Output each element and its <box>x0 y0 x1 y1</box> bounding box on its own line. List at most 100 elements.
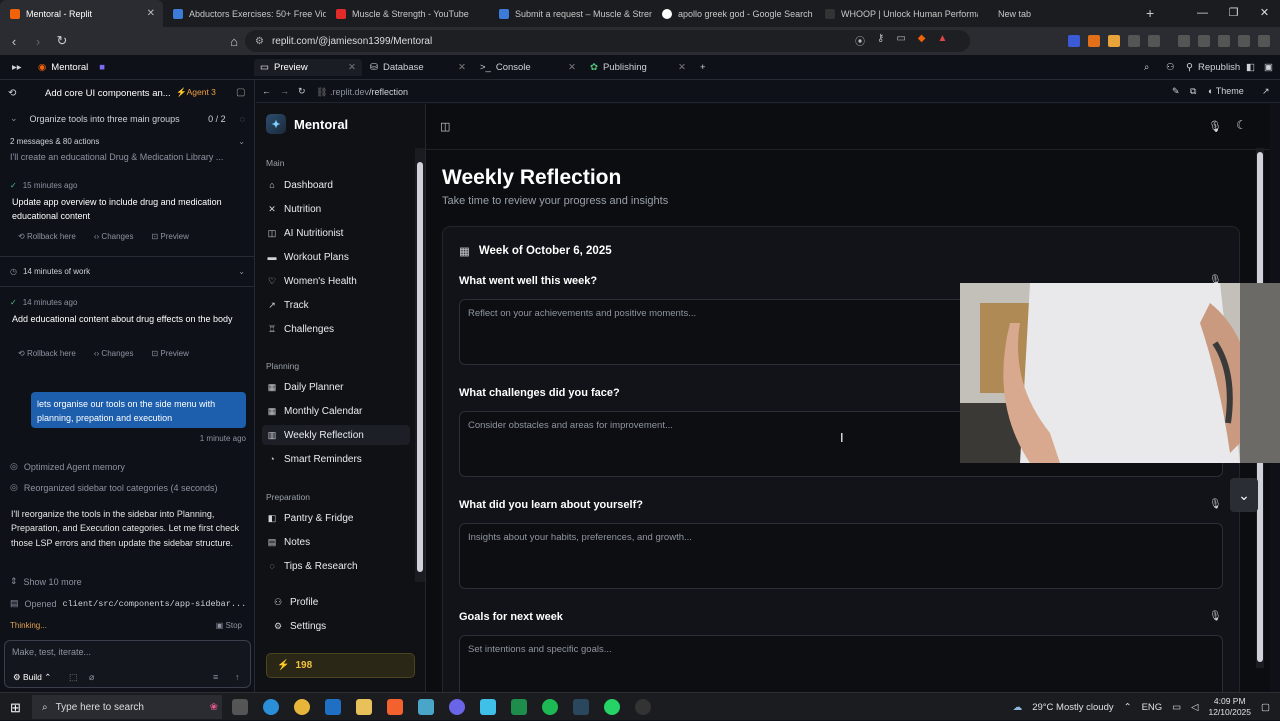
leo-icon[interactable] <box>1218 35 1230 47</box>
invite-user-icon[interactable]: ⚇ <box>1160 59 1181 76</box>
rollback-button[interactable]: ⟲ Rollback here <box>18 349 76 358</box>
rollback-button[interactable]: ⟲ Rollback here <box>18 232 76 241</box>
extension-icon[interactable] <box>1108 35 1120 47</box>
sidebar-item-profile[interactable]: ⚇ Profile <box>268 592 416 612</box>
maximize-icon[interactable]: ❐ <box>1218 0 1249 27</box>
show-more-link[interactable]: ⇕ Show 10 more <box>10 576 82 587</box>
popout-icon[interactable]: ⧉ <box>1190 86 1196 97</box>
media-icon[interactable] <box>1178 35 1190 47</box>
chat-icon[interactable]: ▢ <box>236 87 245 98</box>
floating-chevron-button[interactable]: ⌄ <box>1230 478 1258 512</box>
steam-icon[interactable] <box>573 699 589 715</box>
tab-database[interactable]: ⛁ Database ✕ <box>364 59 472 76</box>
browser-tab[interactable]: Muscle & Strength - YouTube <box>326 0 489 27</box>
app-icon[interactable] <box>635 699 651 715</box>
preview-button[interactable]: ⊡ Preview <box>151 349 188 358</box>
wallet-icon[interactable] <box>1198 35 1210 47</box>
changes-button[interactable]: ‹› Changes <box>94 232 134 241</box>
browser-tab[interactable]: New tab <box>978 0 1098 27</box>
profile-icon[interactable] <box>1238 35 1250 47</box>
republish-button[interactable]: ⚲ Republish <box>1180 59 1246 76</box>
changes-button[interactable]: ‹› Changes <box>94 349 134 358</box>
close-icon[interactable]: ✕ <box>568 62 576 73</box>
sidebar-item-ai-nutritionist[interactable]: ◫ AI Nutritionist <box>262 223 410 243</box>
cast-icon[interactable]: ▭ <box>896 33 905 48</box>
clock[interactable]: 4:09 PM 12/10/2025 <box>1208 696 1251 717</box>
browser-tab[interactable]: Submit a request – Muscle & Strength <box>489 0 652 27</box>
sidebar-item-monthly-calendar[interactable]: ▦ Monthly Calendar <box>262 401 410 421</box>
sidebar-item-dashboard[interactable]: ⌂ Dashboard <box>262 175 410 195</box>
minimize-icon[interactable]: — <box>1187 0 1218 27</box>
weather-text[interactable]: 29°C Mostly cloudy <box>1032 702 1113 713</box>
preview-forward-icon[interactable]: → <box>280 86 289 96</box>
site-info-icon[interactable]: ⚙ <box>255 36 264 47</box>
sidebar-item-daily-planner[interactable]: ▦ Daily Planner <box>262 377 410 397</box>
close-icon[interactable]: ✕ <box>678 62 686 73</box>
stop-button[interactable]: ▣ Stop <box>216 621 242 630</box>
sidebar-item-notes[interactable]: ▤ Notes <box>262 532 410 552</box>
app-icon[interactable] <box>418 699 434 715</box>
theme-button[interactable]: ◐ Theme <box>1208 86 1244 96</box>
agent-input[interactable]: Make, test, iterate... ⚙ Build ⌃ ⬚ ⌀ ≡ ↑ <box>4 640 251 688</box>
thread-title[interactable]: Add core UI components an... <box>45 88 171 99</box>
send-icon[interactable]: ↑ <box>235 672 240 682</box>
microphone-icon[interactable]: 🎙 <box>1209 611 1222 622</box>
back-arrow-icon[interactable]: ‹ <box>4 34 24 49</box>
sidebar-item-weekly-reflection[interactable]: ▥ Weekly Reflection <box>262 425 410 445</box>
bookmark-icon[interactable]: ⌂ <box>224 34 244 49</box>
browser-tab[interactable]: Mentoral - Replit ✕ <box>0 0 163 27</box>
moon-icon[interactable]: ☾ <box>1236 118 1247 132</box>
chrome-icon[interactable] <box>294 699 310 715</box>
checkpoint-row[interactable]: ⌄ Organize tools into three main groups … <box>10 113 245 124</box>
chevron-up-icon[interactable]: ⌃ <box>1124 702 1132 713</box>
screenshot-icon[interactable]: ⬚ <box>69 672 78 683</box>
open-new-window-icon[interactable]: ↗ <box>1262 86 1270 97</box>
microphone-icon[interactable]: 🎙 <box>1208 120 1222 133</box>
add-tab-plus-icon[interactable]: + <box>694 59 712 76</box>
settings-sliders-icon[interactable]: ≡ <box>213 672 218 682</box>
network-icon[interactable]: ▭ <box>1172 702 1181 713</box>
sidebar-item-tips-research[interactable]: ◌ Tips & Research <box>262 556 410 576</box>
language-indicator[interactable]: ENG <box>1142 702 1163 713</box>
browser-tab[interactable]: Abductors Exercises: 50+ Free Videos <box>163 0 326 27</box>
taskbar-search[interactable]: ⌕ Type here to search ❀ <box>32 695 222 719</box>
messages-summary-row[interactable]: 2 messages & 80 actions ⌄ <box>10 137 245 146</box>
app-icon[interactable] <box>480 699 496 715</box>
new-tab-plus-icon[interactable]: + <box>1146 5 1154 21</box>
work-summary-row[interactable]: ◷ 14 minutes of work ⌄ <box>10 267 245 276</box>
sidebar-icon[interactable] <box>1148 35 1160 47</box>
attach-icon[interactable]: ⌀ <box>89 672 94 683</box>
build-mode-toggle[interactable]: ⚙ Build ⌃ <box>13 672 51 683</box>
tab-preview[interactable]: ▭ Preview ✕ <box>254 59 362 76</box>
project-name[interactable]: ◉ Mentoral ■ <box>32 59 111 76</box>
brave-shield-icon[interactable]: ◆ <box>918 33 926 48</box>
sidebar-item-smart-reminders[interactable]: ◔ Smart Reminders <box>262 449 410 469</box>
task-view-icon[interactable] <box>232 699 248 715</box>
discord-icon[interactable] <box>449 699 465 715</box>
browser-tab[interactable]: WHOOP | Unlock Human Performance <box>815 0 978 27</box>
close-icon[interactable]: ✕ <box>458 62 466 73</box>
key-icon[interactable]: ⚷ <box>877 33 884 48</box>
location-icon[interactable]: ⦿ <box>855 33 865 48</box>
history-icon[interactable]: ⟲ <box>8 88 16 99</box>
search-icon[interactable]: ⌕ <box>1138 59 1155 76</box>
sidebar-item-pantry-fridge[interactable]: ◧ Pantry & Fridge <box>262 508 410 528</box>
close-tab-icon[interactable]: ✕ <box>147 8 155 19</box>
outlook-icon[interactable] <box>325 699 341 715</box>
brave-icon[interactable] <box>387 699 403 715</box>
brave-rewards-icon[interactable]: ▲ <box>937 33 947 48</box>
sidebar-item-nutrition[interactable]: ✕ Nutrition <box>262 199 410 219</box>
reload-icon[interactable]: ↻ <box>52 33 72 49</box>
close-icon[interactable]: ✕ <box>348 62 356 73</box>
speaker-icon[interactable]: ◁ <box>1191 702 1198 713</box>
forward-arrow-icon[interactable]: › <box>28 34 48 49</box>
preview-reload-icon[interactable]: ↻ <box>298 86 306 97</box>
sidebar-item-challenges[interactable]: ♖ Challenges <box>262 319 410 339</box>
answer-field-learned[interactable]: Insights about your habits, preferences,… <box>459 523 1223 589</box>
puzzle-icon[interactable] <box>1128 35 1140 47</box>
scrollbar-thumb[interactable] <box>417 162 423 572</box>
tab-console[interactable]: >_ Console ✕ <box>474 59 582 76</box>
panel-icon[interactable]: ▣ <box>1258 59 1279 76</box>
microphone-icon[interactable]: 🎙 <box>1209 499 1222 510</box>
excel-icon[interactable] <box>511 699 527 715</box>
